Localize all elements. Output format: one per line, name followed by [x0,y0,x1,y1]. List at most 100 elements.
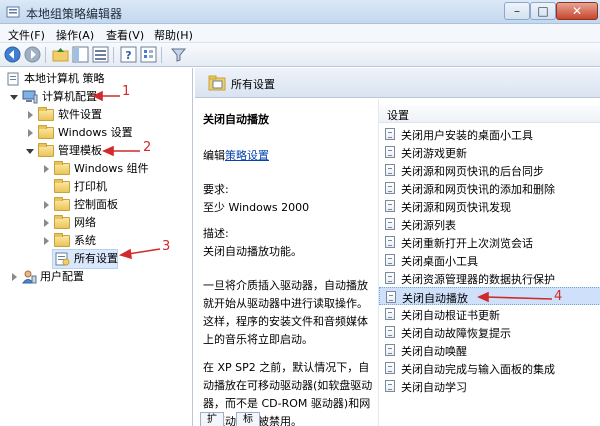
list-item[interactable]: 关闭游戏更新 [379,143,600,161]
tree-label: 管理模板 [58,144,102,157]
tree-item-root[interactable]: 本地计算机 策略 [0,70,192,88]
expand-icon[interactable] [28,111,33,119]
collapse-icon[interactable] [10,95,18,100]
list-item-label: 关闭用户安装的桌面小工具 [401,129,533,142]
menu-bar: 文件(F) 操作(A) 查看(V) 帮助(H) [0,24,600,43]
list-item[interactable]: 关闭自动完成与输入面板的集成 [379,359,600,377]
menu-file[interactable]: 文件(F) [8,27,45,43]
settings-list-icon [55,252,70,266]
policy-doc-icon [385,362,395,374]
list-item-label: 关闭自动播放 [402,292,468,305]
details-pane: 所有设置 关闭自动播放 编辑策略设置 要求: 至少 Windows 2000 描… [195,68,600,426]
list-item[interactable]: 关闭源和网页快讯的后台同步 [379,161,600,179]
annotation-number-1: 1 [122,84,131,99]
list-item-label: 关闭自动学习 [401,381,467,394]
list-item[interactable]: 关闭资源管理器的数据执行保护 [379,269,600,287]
list-item-selected[interactable]: 关闭自动播放 [379,287,600,305]
window-title: 本地组策略编辑器 [26,7,123,21]
list-item[interactable]: 关闭用户安装的桌面小工具 [379,125,600,143]
menu-help[interactable]: 帮助(H) [154,27,193,43]
list-item[interactable]: 关闭重新打开上次浏览会话 [379,233,600,251]
menu-view[interactable]: 查看(V) [106,27,144,43]
list-item[interactable]: 关闭自动学习 [379,377,600,395]
policy-doc-icon [385,380,395,392]
tree-item-windows-settings[interactable]: Windows 设置 [0,124,192,142]
policy-title: 关闭自动播放 [203,113,269,126]
forward-icon[interactable] [24,46,41,63]
help-icon[interactable]: ? [120,46,137,63]
settings-list: 设置 关闭用户安装的桌面小工具 关闭游戏更新 关闭源和网页快讯的后台同步 关闭源… [378,99,600,426]
list-item-label: 关闭自动故障恢复提示 [401,327,511,340]
expand-icon[interactable] [44,165,49,173]
details-header: 所有设置 [195,68,600,98]
tree-item-network[interactable]: 网络 [0,214,192,232]
minimize-button[interactable]: – [504,2,530,20]
list-item-label: 关闭自动唤醒 [401,345,467,358]
tab-standard[interactable]: 标准 [236,412,260,426]
details-title: 所有设置 [231,78,275,91]
properties-icon[interactable] [140,46,157,63]
tree-item-admin-templates[interactable]: 管理模板 [0,142,192,160]
folder-icon [54,197,70,211]
list-item[interactable]: 关闭源和网页快讯发现 [379,197,600,215]
tree-item-user-config[interactable]: 用户配置 [0,268,192,286]
computer-icon [22,90,38,104]
list-item[interactable]: 关闭自动根证书更新 [379,305,600,323]
description-para-2: 在 XP SP2 之前，默认情况下，自动播放在可移动驱动器(如软盘驱动器，而不是… [203,361,373,426]
policy-doc-icon [385,164,395,176]
tree-item-printers[interactable]: 打印机 [0,178,192,196]
list-item[interactable]: 关闭桌面小工具 [379,251,600,269]
column-header-setting[interactable]: 设置 [379,105,600,123]
expand-icon[interactable] [12,273,17,281]
tree-label: 打印机 [74,180,107,193]
back-icon[interactable] [4,46,21,63]
annotation-number-4: 4 [554,289,563,304]
tree-label: 网络 [74,216,96,229]
toolbar: ? [0,43,600,67]
edit-policy-link[interactable]: 策略设置 [225,149,269,162]
list-item[interactable]: 关闭源列表 [379,215,600,233]
expand-icon[interactable] [44,219,49,227]
annotation-number-3: 3 [162,239,171,254]
filter-icon[interactable] [170,46,187,63]
list-item[interactable]: 关闭源和网页快讯的添加和删除 [379,179,600,197]
folder-icon [54,179,70,193]
expand-icon[interactable] [44,201,49,209]
tree-item-software-settings[interactable]: 软件设置 [0,106,192,124]
up-folder-icon[interactable] [52,46,69,63]
tree-item-windows-components[interactable]: Windows 组件 [0,160,192,178]
list-item-label: 关闭源和网页快讯的添加和删除 [401,183,555,196]
list-view-icon[interactable] [92,46,109,63]
policy-doc-icon [385,272,395,284]
tree-label: 本地计算机 策略 [24,72,105,85]
close-button[interactable]: ✕ [556,2,598,20]
list-item[interactable]: 关闭自动故障恢复提示 [379,323,600,341]
tree-item-control-panel[interactable]: 控制面板 [0,196,192,214]
svg-text:?: ? [125,49,131,62]
tab-extended[interactable]: 扩展 [200,412,224,426]
show-hide-tree-icon[interactable] [72,46,89,63]
edit-policy-line: 编辑策略设置 [203,147,373,165]
policy-doc-icon [385,236,395,248]
policy-doc-icon [386,291,396,303]
description-line: 关闭自动播放功能。 [203,245,302,258]
tree-label: Windows 设置 [58,126,133,139]
list-item[interactable]: 关闭自动唤醒 [379,341,600,359]
description-panel: 关闭自动播放 编辑策略设置 要求: 至少 Windows 2000 描述: 关闭… [195,99,375,426]
tree-label: 用户配置 [40,270,84,283]
maximize-button[interactable]: □ [530,2,556,20]
policy-document-icon [7,72,19,86]
expand-icon[interactable] [28,129,33,137]
policy-doc-icon [385,200,395,212]
annotation-number-2: 2 [143,140,152,155]
folder-icon [54,161,70,175]
requirements-value: 至少 Windows 2000 [203,201,310,214]
policy-doc-icon [385,344,395,356]
policy-doc-icon [385,128,395,140]
edit-prefix: 编辑 [203,149,225,162]
expand-icon[interactable] [44,237,49,245]
menu-action[interactable]: 操作(A) [56,27,94,43]
tree-item-computer-config[interactable]: 计算机配置 [0,88,192,106]
policy-doc-icon [385,218,395,230]
collapse-icon[interactable] [26,149,34,154]
